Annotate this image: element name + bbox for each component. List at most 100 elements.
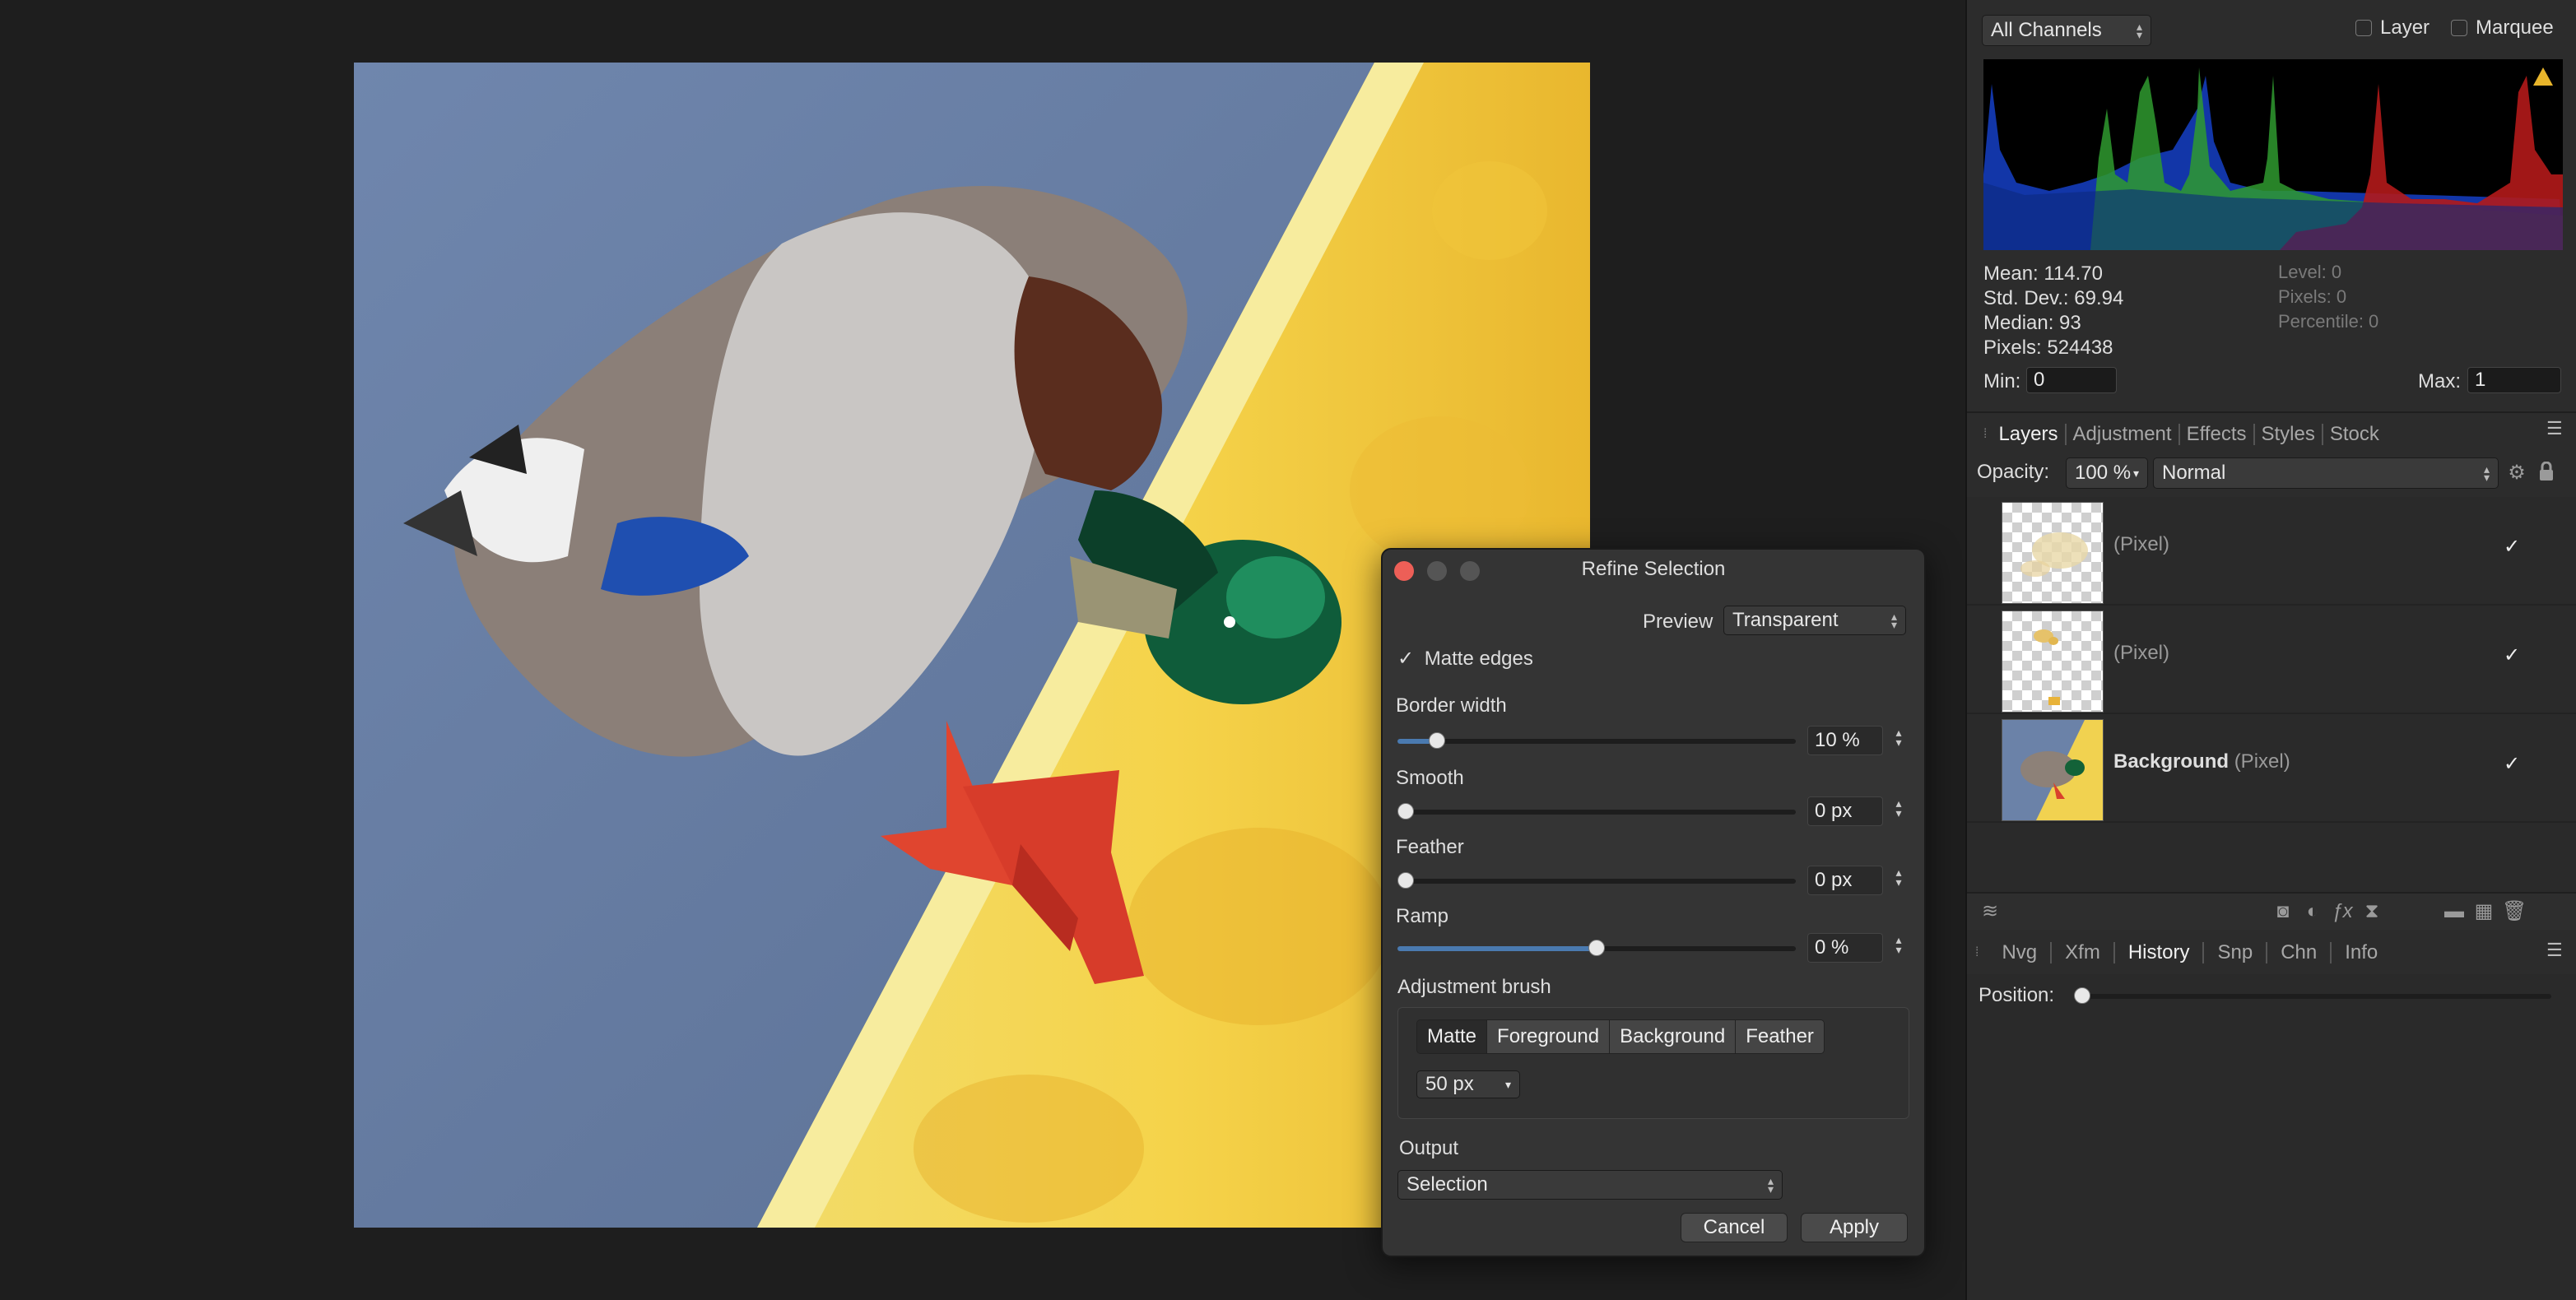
tab-stock[interactable]: Stock — [2323, 423, 2386, 446]
histogram-stats: Mean: 114.70 Std. Dev.: 69.94 Median: 93… — [1983, 262, 2123, 360]
layer-thumbnail — [2002, 502, 2104, 604]
tab-info[interactable]: Info — [2332, 941, 2391, 964]
min-field[interactable]: 0 — [2026, 367, 2117, 393]
ramp-slider[interactable] — [1397, 940, 1796, 956]
matte-edges-checkbox[interactable]: ✓ Matte edges — [1397, 647, 1533, 671]
marquee-checkbox[interactable] — [2451, 20, 2467, 36]
layers-toolbar: ≋ ◙ ◐ ƒx ⧗ ▬ ▦ 🗑 — [1967, 892, 2576, 930]
tab-styles[interactable]: Styles — [2255, 423, 2322, 446]
feather-stepper[interactable]: ▴ ▾ — [1891, 866, 1906, 888]
layer-label: Background (Pixel) — [2113, 750, 2290, 773]
tab-snapshots[interactable]: Snp — [2204, 941, 2266, 964]
blend-mode-value: Normal — [2162, 462, 2226, 484]
apply-button[interactable]: Apply — [1801, 1213, 1908, 1242]
dropdown-arrow-icon: ▾ — [1504, 1077, 1511, 1091]
trash-icon[interactable]: 🗑 — [2502, 900, 2527, 923]
smooth-stepper[interactable]: ▴ ▾ — [1891, 797, 1906, 819]
min-label: Min: — [1983, 370, 2021, 392]
fx-icon[interactable]: ƒx — [2331, 900, 2354, 923]
brush-mode-matte[interactable]: Matte — [1417, 1020, 1488, 1053]
feather-field[interactable]: 0 px — [1807, 866, 1883, 895]
check-icon: ✓ — [1397, 648, 1415, 670]
border-width-field[interactable]: 10 % — [1807, 726, 1883, 755]
channel-select[interactable]: All Channels ▴ ▾ — [1982, 15, 2151, 46]
layer-row[interactable]: Background (Pixel) ✓ — [1967, 714, 2576, 823]
live-filter-icon[interactable]: ⧗ — [2360, 900, 2383, 923]
channel-select-value: All Channels — [1991, 19, 2102, 41]
brush-mode-background[interactable]: Background — [1610, 1020, 1737, 1053]
max-field[interactable]: 1 — [2467, 367, 2561, 393]
panel-menu-icon[interactable]: ☰ — [2546, 940, 2563, 961]
ramp-label: Ramp — [1396, 905, 1449, 927]
opacity-select[interactable]: 100 % ▾ — [2066, 457, 2148, 489]
adjustment-icon[interactable]: ◐ — [2301, 900, 2324, 923]
panel-menu-icon[interactable]: ☰ — [2546, 418, 2563, 439]
slider-fill — [1397, 946, 1597, 951]
layer-visibility-checkbox[interactable]: ✓ — [2504, 643, 2520, 667]
layer-label: Layer — [2380, 16, 2430, 39]
layer-visibility-checkbox[interactable]: ✓ — [2504, 752, 2520, 776]
tab-navigator[interactable]: Nvg — [1988, 941, 2050, 964]
new-pixel-layer-icon[interactable]: ▦ — [2472, 900, 2495, 923]
ramp-stepper[interactable]: ▴ ▾ — [1891, 934, 1906, 955]
gear-icon[interactable]: ⚙ — [2505, 462, 2528, 485]
lock-icon[interactable] — [2535, 461, 2558, 485]
border-width-label: Border width — [1396, 694, 1507, 717]
layers-stack-icon[interactable]: ≋ — [1978, 900, 2002, 923]
layers-tabbar: ⁞ Layers Adjustment Effects Styles Stock — [1983, 418, 2386, 451]
select-arrows-icon: ▴ ▾ — [2136, 20, 2142, 41]
preview-select[interactable]: Transparent ▴ ▾ — [1723, 606, 1906, 635]
brush-mode-foreground[interactable]: Foreground — [1487, 1020, 1611, 1053]
feather-slider[interactable] — [1397, 872, 1796, 889]
matte-edges-label: Matte edges — [1424, 648, 1533, 670]
slider-knob[interactable] — [1397, 803, 1414, 819]
layer-row[interactable]: (Pixel) ✓ — [1967, 497, 2576, 606]
layer-type: (Pixel) — [2113, 533, 2170, 555]
history-position-slider[interactable] — [2074, 987, 2551, 1004]
history-tabbar: ⁞ Nvg Xfm History Snp Chn Info — [1975, 936, 2391, 969]
tab-channels[interactable]: Chn — [2267, 941, 2330, 964]
preview-label: Preview — [1643, 611, 1713, 633]
blend-mode-select[interactable]: Normal ▴ ▾ — [2153, 457, 2499, 489]
border-width-slider[interactable] — [1397, 732, 1796, 749]
smooth-slider[interactable] — [1397, 803, 1796, 819]
slider-knob[interactable] — [1429, 732, 1445, 749]
adjustment-brush-label: Adjustment brush — [1397, 976, 1551, 998]
layer-row[interactable]: (Pixel) ✓ — [1967, 606, 2576, 714]
layer-visibility-checkbox[interactable]: ✓ — [2504, 535, 2520, 559]
select-arrows-icon: ▴ ▾ — [2483, 462, 2490, 484]
histogram-graph — [1983, 59, 2563, 250]
layer-checkbox[interactable] — [2355, 20, 2372, 36]
layer-thumbnail — [2002, 719, 2104, 821]
mask-icon[interactable]: ◙ — [2271, 900, 2295, 923]
marquee-label: Marquee — [2476, 16, 2554, 39]
brush-size-select[interactable]: 50 px ▾ — [1416, 1070, 1520, 1098]
position-label: Position: — [1978, 984, 2055, 1006]
stat-level: Level: 0 — [2278, 262, 2342, 282]
cancel-button[interactable]: Cancel — [1681, 1213, 1788, 1242]
output-select[interactable]: Selection ▴ ▾ — [1397, 1170, 1783, 1200]
slider-knob[interactable] — [1397, 872, 1414, 889]
tab-adjustment[interactable]: Adjustment — [2067, 423, 2178, 446]
stat-sel-pixels: Pixels: 0 — [2278, 286, 2347, 307]
folder-icon[interactable]: ▬ — [2443, 900, 2466, 923]
brush-mode-feather[interactable]: Feather — [1736, 1020, 1824, 1053]
tab-effects[interactable]: Effects — [2180, 423, 2253, 446]
grip-icon: ⁞ — [1975, 945, 1979, 959]
histogram-stats-right: Level: 0 Pixels: 0 Percentile: 0 — [2278, 260, 2378, 334]
border-width-stepper[interactable]: ▴ ▾ — [1891, 727, 1906, 748]
smooth-field[interactable]: 0 px — [1807, 796, 1883, 826]
dialog-title: Refine Selection — [1581, 558, 1726, 580]
slider-knob[interactable] — [2074, 987, 2090, 1004]
ramp-field[interactable]: 0 % — [1807, 933, 1883, 963]
tab-history[interactable]: History — [2115, 941, 2203, 964]
warning-icon — [2533, 67, 2553, 86]
brush-size-value: 50 px — [1425, 1073, 1474, 1095]
refine-selection-dialog: Refine Selection Preview Transparent ▴ ▾ … — [1381, 548, 1926, 1257]
slider-knob[interactable] — [1588, 940, 1605, 956]
tab-transform[interactable]: Xfm — [2052, 941, 2113, 964]
dropdown-arrow-icon: ▾ — [2132, 466, 2139, 480]
tab-layers[interactable]: Layers — [1992, 423, 2064, 446]
preview-value: Transparent — [1732, 609, 1839, 631]
stat-median: Median: 93 — [1983, 312, 2081, 334]
